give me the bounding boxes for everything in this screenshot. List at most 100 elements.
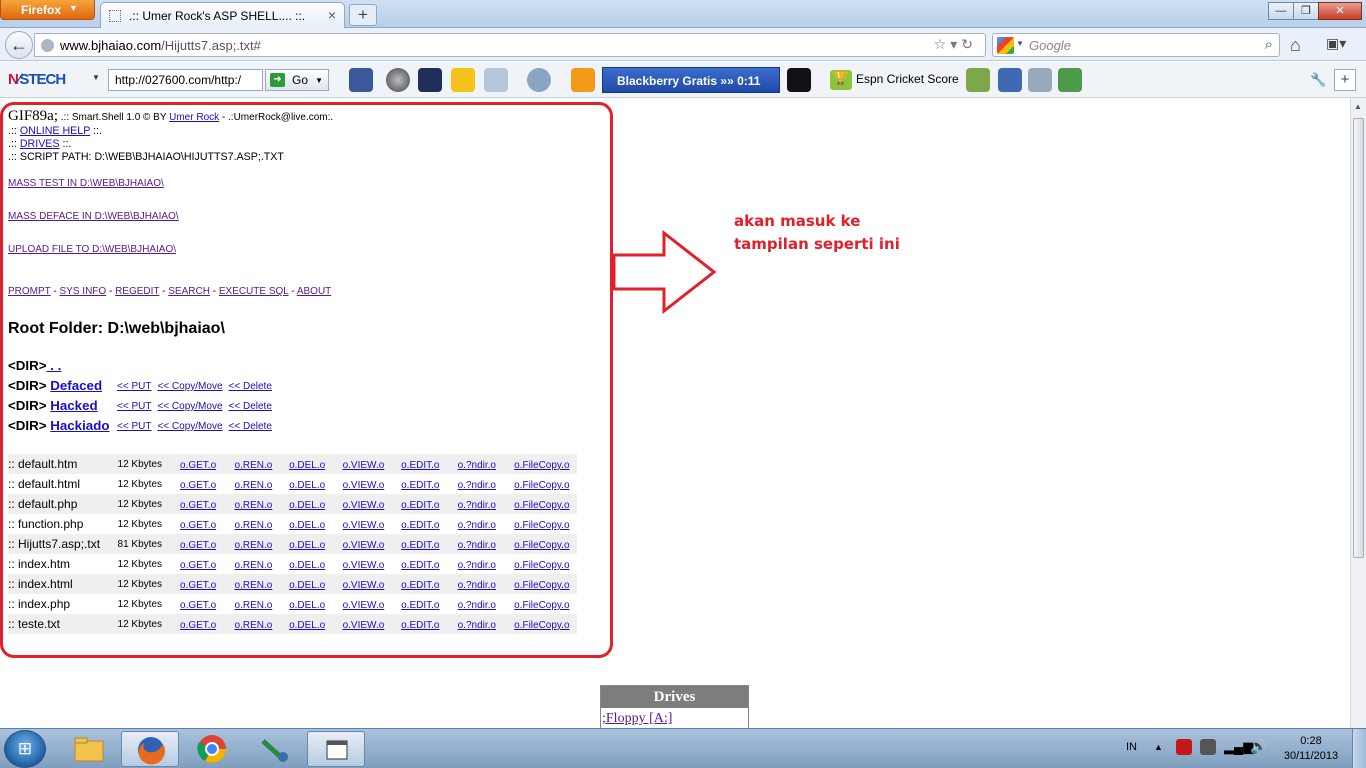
- file-action-link[interactable]: o.FileCopy.o: [514, 460, 569, 471]
- file-action-link[interactable]: o.GET.o: [180, 620, 216, 631]
- file-action-link[interactable]: o.?ndir.o: [458, 460, 496, 471]
- file-action-link[interactable]: o.GET.o: [180, 560, 216, 571]
- photo-icon[interactable]: [966, 68, 990, 92]
- file-action-link[interactable]: o.VIEW.o: [343, 600, 385, 611]
- window-taskbar-button[interactable]: [307, 731, 365, 767]
- file-action-link[interactable]: o.FileCopy.o: [514, 500, 569, 511]
- parent-dir-link[interactable]: . .: [47, 358, 61, 373]
- sys-info-link[interactable]: SYS INFO: [60, 286, 107, 297]
- file-action-link[interactable]: o.REN.o: [235, 560, 273, 571]
- bookmarks-menu-icon[interactable]: ▣▾: [1326, 35, 1346, 52]
- file-action-link[interactable]: o.EDIT.o: [401, 480, 439, 491]
- explorer-taskbar-button[interactable]: [60, 731, 118, 767]
- ebay-icon[interactable]: [451, 68, 475, 92]
- file-action-link[interactable]: o.GET.o: [180, 540, 216, 551]
- dir-link[interactable]: Hackiado: [50, 418, 109, 433]
- app-icon[interactable]: [1058, 68, 1082, 92]
- file-action-link[interactable]: o.GET.o: [180, 480, 216, 491]
- drive-link[interactable]: ;Floppy [A:]: [601, 708, 748, 728]
- file-action-link[interactable]: o.EDIT.o: [401, 520, 439, 531]
- firefox-taskbar-button[interactable]: [121, 731, 179, 767]
- tray-expand-icon[interactable]: ▲: [1154, 742, 1163, 752]
- file-action-link[interactable]: o.FileCopy.o: [514, 580, 569, 591]
- vertical-scrollbar[interactable]: ▲: [1350, 98, 1366, 728]
- minimize-button[interactable]: —: [1268, 2, 1294, 20]
- file-action-link[interactable]: o.GET.o: [180, 460, 216, 471]
- nvstech-logo[interactable]: N∕STECH: [8, 71, 66, 88]
- file-action-link[interactable]: o.FileCopy.o: [514, 520, 569, 531]
- show-desktop-button[interactable]: [1352, 729, 1366, 768]
- file-action-link[interactable]: o.REN.o: [235, 500, 273, 511]
- file-action-link[interactable]: o.EDIT.o: [401, 540, 439, 551]
- search-icon[interactable]: ⌕: [1265, 36, 1273, 53]
- file-action-link[interactable]: o.EDIT.o: [401, 580, 439, 591]
- blackberry-button[interactable]: Blackberry Gratis »» 0:11: [602, 67, 780, 93]
- mass-deface-link[interactable]: MASS DEFACE IN D:\WEB\BJHAIAO\: [8, 211, 179, 222]
- tool-icon[interactable]: [1028, 68, 1052, 92]
- wrench-icon[interactable]: 🔧: [1310, 72, 1326, 88]
- file-action-link[interactable]: o.REN.o: [235, 540, 273, 551]
- home-icon[interactable]: ⌂: [1290, 35, 1301, 56]
- put-link[interactable]: << PUT: [117, 381, 151, 392]
- file-action-link[interactable]: o.?ndir.o: [458, 620, 496, 631]
- toolbar-url-field[interactable]: http://027600.com/http:/: [108, 69, 263, 91]
- scroll-up-icon[interactable]: ▲: [1354, 102, 1362, 111]
- start-button[interactable]: ⊞: [4, 730, 46, 768]
- file-action-link[interactable]: o.VIEW.o: [343, 620, 385, 631]
- upload-file-link[interactable]: UPLOAD FILE TO D:\WEB\BJHAIAO\: [8, 244, 176, 255]
- file-action-link[interactable]: o.VIEW.o: [343, 460, 385, 471]
- file-action-link[interactable]: o.VIEW.o: [343, 480, 385, 491]
- delete-link[interactable]: << Delete: [229, 421, 272, 432]
- search-box[interactable]: ▼ Google ⌕: [992, 33, 1280, 57]
- add-button[interactable]: +: [1334, 69, 1356, 91]
- file-action-link[interactable]: o.DEL.o: [289, 500, 325, 511]
- new-tab-button[interactable]: +: [349, 4, 377, 26]
- file-action-link[interactable]: o.DEL.o: [289, 560, 325, 571]
- file-action-link[interactable]: o.FileCopy.o: [514, 560, 569, 571]
- chrome-taskbar-button[interactable]: [183, 731, 241, 767]
- author-link[interactable]: Umer Rock: [169, 112, 219, 123]
- file-action-link[interactable]: o.FileCopy.o: [514, 620, 569, 631]
- espn-cricket-button[interactable]: 🏆 Espn Cricket Score: [828, 67, 959, 93]
- back-button[interactable]: ←: [5, 31, 33, 59]
- file-action-link[interactable]: o.?ndir.o: [458, 600, 496, 611]
- search-link[interactable]: SEARCH: [168, 286, 210, 297]
- file-action-link[interactable]: o.FileCopy.o: [514, 480, 569, 491]
- facebook-icon[interactable]: [349, 68, 373, 92]
- file-action-link[interactable]: o.?ndir.o: [458, 500, 496, 511]
- file-action-link[interactable]: o.VIEW.o: [343, 580, 385, 591]
- restore-button[interactable]: ❐: [1293, 2, 1319, 20]
- file-action-link[interactable]: o.EDIT.o: [401, 620, 439, 631]
- file-action-link[interactable]: o.?ndir.o: [458, 580, 496, 591]
- file-action-link[interactable]: o.EDIT.o: [401, 600, 439, 611]
- scrollbar-thumb[interactable]: [1353, 118, 1364, 558]
- file-action-link[interactable]: o.DEL.o: [289, 460, 325, 471]
- file-action-link[interactable]: o.DEL.o: [289, 580, 325, 591]
- file-action-link[interactable]: o.REN.o: [235, 520, 273, 531]
- antivirus-icon[interactable]: [1176, 739, 1192, 755]
- file-action-link[interactable]: o.VIEW.o: [343, 520, 385, 531]
- file-action-link[interactable]: o.REN.o: [235, 460, 273, 471]
- file-action-link[interactable]: o.?ndir.o: [458, 560, 496, 571]
- history-dropdown-icon[interactable]: ▾: [950, 36, 961, 52]
- google-engine-icon[interactable]: [997, 37, 1014, 54]
- tab-active[interactable]: .:: Umer Rock's ASP SHELL.... ::. ×: [100, 2, 345, 28]
- file-action-link[interactable]: o.FileCopy.o: [514, 540, 569, 551]
- copy-move-link[interactable]: << Copy/Move: [157, 381, 222, 392]
- file-action-link[interactable]: o.GET.o: [180, 500, 216, 511]
- file-action-link[interactable]: o.GET.o: [180, 600, 216, 611]
- youtube-icon[interactable]: [418, 68, 442, 92]
- file-action-link[interactable]: o.DEL.o: [289, 480, 325, 491]
- file-action-link[interactable]: o.VIEW.o: [343, 540, 385, 551]
- dir-link[interactable]: Defaced: [50, 378, 102, 393]
- file-action-link[interactable]: o.DEL.o: [289, 600, 325, 611]
- file-action-link[interactable]: o.?ndir.o: [458, 540, 496, 551]
- chevron-down-icon[interactable]: ▼: [92, 73, 100, 82]
- firefox-menu-button[interactable]: Firefox ▼: [0, 0, 95, 20]
- regedit-link[interactable]: REGEDIT: [115, 286, 159, 297]
- file-action-link[interactable]: o.VIEW.o: [343, 500, 385, 511]
- put-link[interactable]: << PUT: [117, 401, 151, 412]
- dir-link[interactable]: Hacked: [50, 398, 97, 413]
- device-icon[interactable]: [1200, 739, 1216, 755]
- file-action-link[interactable]: o.DEL.o: [289, 520, 325, 531]
